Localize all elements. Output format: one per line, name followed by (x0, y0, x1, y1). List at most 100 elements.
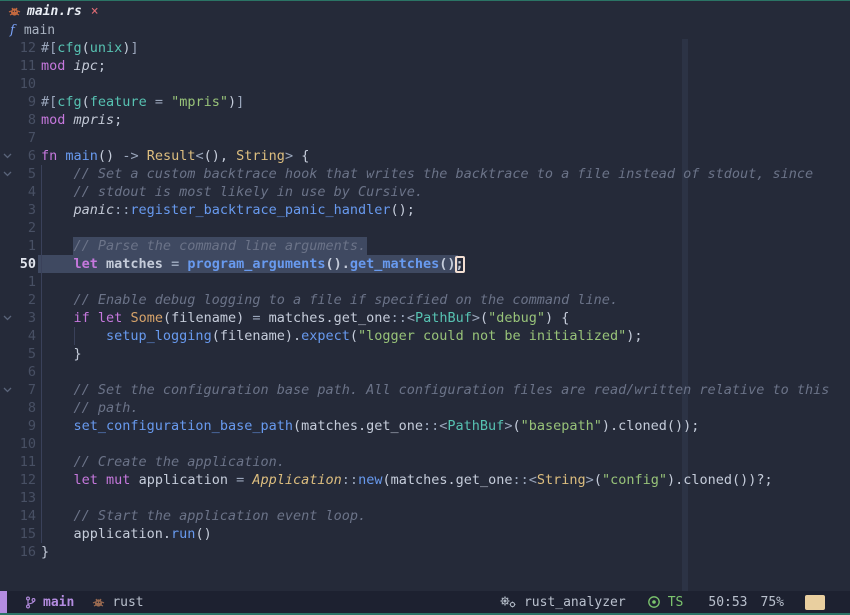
breadcrumb: f main (0, 21, 850, 39)
line-number: 11 (15, 57, 36, 75)
code-line[interactable]: 12#[cfg(unix)] (0, 39, 850, 57)
fold-chevron-icon[interactable] (3, 153, 12, 159)
fold-gutter (0, 435, 15, 453)
fold-chevron[interactable] (0, 381, 15, 399)
code-text: #[cfg(feature = "mpris")] (36, 93, 244, 111)
line-number: 9 (15, 417, 36, 435)
status-bar: main rust (0, 591, 850, 613)
code-line[interactable]: 8 // path. (0, 399, 850, 417)
code-line[interactable]: 4 setup_logging(filename).expect("logger… (0, 327, 850, 345)
code-line[interactable]: 3 if let Some(filename) = matches.get_on… (0, 309, 850, 327)
lsp-server-label[interactable]: rust_analyzer (524, 595, 626, 610)
code-text: // Start the application event loop. (36, 507, 366, 525)
line-number: 8 (15, 111, 36, 129)
code-text: set_configuration_base_path(matches.get_… (36, 417, 699, 435)
line-number: 10 (15, 75, 36, 93)
editor-window: main.rs × f main 12#[cfg(unix)]11mod ipc… (0, 0, 850, 615)
fold-chevron[interactable] (0, 309, 15, 327)
code-text (36, 219, 41, 237)
code-line[interactable]: 11 // Create the application. (0, 453, 850, 471)
tab-title: main.rs (27, 4, 82, 19)
code-line[interactable]: 7 // Set the configuration base path. Al… (0, 381, 850, 399)
code-line[interactable]: 3 panic::register_backtrace_panic_handle… (0, 201, 850, 219)
fold-gutter (0, 471, 15, 489)
line-number: 50 (15, 255, 36, 273)
code-text: setup_logging(filename).expect("logger c… (36, 327, 643, 345)
text-cursor (455, 256, 465, 273)
line-number: 9 (15, 93, 36, 111)
line-number: 1 (15, 237, 36, 255)
code-text: #[cfg(unix)] (36, 39, 139, 57)
line-number: 5 (15, 165, 36, 183)
line-number: 2 (15, 291, 36, 309)
fold-gutter (0, 183, 15, 201)
tab-main-rs[interactable]: main.rs × (8, 4, 99, 19)
statusbar-left-accent (0, 591, 7, 613)
rust-crab-icon (92, 597, 105, 608)
code-line[interactable]: 2 // Enable debug logging to a file if s… (0, 291, 850, 309)
code-line[interactable]: 4 // stdout is most likely in use by Cur… (0, 183, 850, 201)
code-text: } (36, 543, 49, 561)
language-item[interactable]: rust (92, 595, 143, 610)
code-line[interactable]: 6fn main() -> Result<(), String> { (0, 147, 850, 165)
line-number: 8 (15, 399, 36, 417)
code-text: mod ipc; (36, 57, 106, 75)
fold-gutter (0, 453, 15, 471)
line-number: 1 (15, 273, 36, 291)
code-line[interactable]: 7 (0, 129, 850, 147)
code-text (36, 75, 41, 93)
code-line[interactable]: 6 (0, 363, 850, 381)
code-line[interactable]: 5 } (0, 345, 850, 363)
statusbar-right: rust_analyzer TS 50:53 75% (499, 595, 850, 610)
fold-chevron-icon[interactable] (3, 171, 12, 177)
fold-gutter (0, 93, 15, 111)
code-line[interactable]: 9 set_configuration_base_path(matches.ge… (0, 417, 850, 435)
code-line[interactable]: 12 let mut application = Application::ne… (0, 471, 850, 489)
code-text: fn main() -> Result<(), String> { (36, 147, 309, 165)
language-label: rust (112, 595, 143, 610)
line-number: 3 (15, 201, 36, 219)
fold-chevron-icon[interactable] (3, 387, 12, 393)
git-branch-label: main (43, 595, 74, 610)
line-number: 11 (15, 453, 36, 471)
git-branch-item[interactable]: main (25, 595, 74, 610)
code-line[interactable]: 2 (0, 219, 850, 237)
fold-gutter (0, 417, 15, 435)
fold-gutter (0, 291, 15, 309)
cursor-position: 50:53 (708, 595, 747, 610)
tab-bar: main.rs × (0, 1, 850, 21)
code-line[interactable]: 1 // Parse the command line arguments. (0, 237, 850, 255)
code-line[interactable]: 5 // Set a custom backtrace hook that wr… (0, 165, 850, 183)
line-number: 13 (15, 489, 36, 507)
code-line[interactable]: 16} (0, 543, 850, 561)
code-line[interactable]: 13 (0, 489, 850, 507)
code-line[interactable]: 10 (0, 75, 850, 93)
breadcrumb-symbol-name[interactable]: main (24, 23, 55, 38)
code-line[interactable]: 9#[cfg(feature = "mpris")] (0, 93, 850, 111)
fold-gutter (0, 255, 15, 273)
fold-gutter (0, 129, 15, 147)
line-number: 14 (15, 507, 36, 525)
code-text: let matches = program_arguments().get_ma… (36, 255, 464, 273)
tab-close-icon[interactable]: × (91, 4, 99, 19)
fold-gutter (0, 237, 15, 255)
fold-gutter (0, 219, 15, 237)
rust-crab-icon (8, 6, 21, 17)
code-line[interactable]: 8mod mpris; (0, 111, 850, 129)
fold-chevron[interactable] (0, 147, 15, 165)
fold-chevron-icon[interactable] (3, 315, 12, 321)
code-line[interactable]: 14 // Start the application event loop. (0, 507, 850, 525)
fold-gutter (0, 273, 15, 291)
fold-gutter (0, 111, 15, 129)
fold-gutter (0, 327, 15, 345)
code-line[interactable]: 10 (0, 435, 850, 453)
fold-gutter (0, 543, 15, 561)
code-line[interactable]: 11mod ipc; (0, 57, 850, 75)
code-editor[interactable]: 12#[cfg(unix)]11mod ipc;109#[cfg(feature… (0, 39, 850, 591)
code-line[interactable]: 50 let matches = program_arguments().get… (0, 255, 850, 273)
function-symbol-icon: f (10, 23, 15, 38)
code-line[interactable]: 15 application.run() (0, 525, 850, 543)
fold-chevron[interactable] (0, 165, 15, 183)
code-line[interactable]: 1 (0, 273, 850, 291)
code-text: // Enable debug logging to a file if spe… (36, 291, 618, 309)
